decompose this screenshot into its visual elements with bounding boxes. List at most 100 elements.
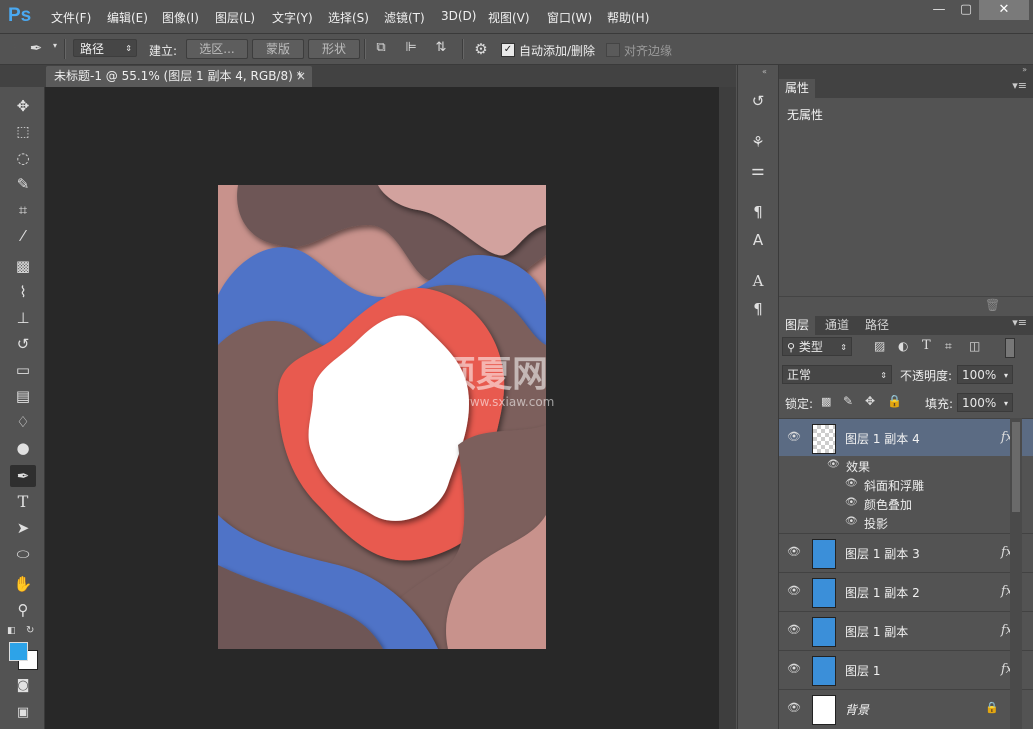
fill-input[interactable]: 100% ▾ xyxy=(957,393,1013,412)
menu-help[interactable]: 帮助(H) xyxy=(607,9,649,26)
visibility-eye-icon[interactable]: 👁 xyxy=(845,497,858,509)
menu-view[interactable]: 视图(V) xyxy=(488,9,530,26)
menu-window[interactable]: 窗口(W) xyxy=(547,9,592,26)
menu-layer[interactable]: 图层(L) xyxy=(215,9,255,26)
lasso-tool-icon[interactable]: ◌ xyxy=(10,147,36,169)
lock-all-icon[interactable]: 🔒 xyxy=(887,394,902,408)
visibility-eye-icon[interactable]: 👁 xyxy=(845,478,858,490)
type-filter-icon[interactable]: T xyxy=(922,338,931,353)
tab-layers[interactable]: 图层 xyxy=(779,316,816,335)
smart-object-filter-icon[interactable]: ◫ xyxy=(969,339,980,353)
foreground-color-swatch[interactable] xyxy=(9,642,28,661)
make-mask-button[interactable]: 蒙版 xyxy=(252,39,304,59)
paragraph-styles-icon[interactable]: ¶ xyxy=(747,201,769,223)
character-styles-icon[interactable]: A xyxy=(747,229,769,251)
document-canvas[interactable] xyxy=(218,185,546,649)
layer-row[interactable]: 👁 图层 1 副本 4 fx xyxy=(779,418,1033,456)
brush-presets-icon[interactable]: ⚘ xyxy=(747,131,769,153)
minimize-button[interactable]: — xyxy=(925,0,953,20)
effect-bevel-emboss[interactable]: 斜面和浮雕 xyxy=(864,477,924,494)
visibility-eye-icon[interactable]: 👁 xyxy=(787,584,801,598)
quick-mask-icon[interactable]: ◙ xyxy=(10,675,36,697)
tab-channels[interactable]: 通道 xyxy=(819,316,855,335)
menu-select[interactable]: 选择(S) xyxy=(328,9,369,26)
layer-row[interactable]: 👁 图层 1 副本 2 fx xyxy=(779,572,1033,610)
layer-row[interactable]: 👁 背景 🔒 xyxy=(779,689,1033,727)
quick-selection-tool-icon[interactable]: ✎ xyxy=(10,173,36,195)
scrollbar-thumb[interactable] xyxy=(1012,422,1020,512)
make-selection-button[interactable]: 选区... xyxy=(186,39,248,59)
chevron-down-icon[interactable]: ▾ xyxy=(50,41,60,50)
ellipse-tool-icon[interactable]: ⬭ xyxy=(10,543,36,565)
pen-tool-icon[interactable]: ✒ xyxy=(10,465,36,487)
make-shape-button[interactable]: 形状 xyxy=(308,39,360,59)
collapse-icon[interactable]: » xyxy=(1022,65,1027,74)
shape-filter-icon[interactable]: ⌗ xyxy=(945,339,952,354)
blend-mode-select[interactable]: 正常 ⇕ xyxy=(782,365,892,384)
close-button[interactable]: ✕ xyxy=(979,0,1029,20)
lock-pixels-icon[interactable]: ✎ xyxy=(843,394,853,408)
opacity-input[interactable]: 100% ▾ xyxy=(957,365,1013,384)
screen-mode-icon[interactable]: ▣ xyxy=(10,702,36,724)
visibility-eye-icon[interactable]: 👁 xyxy=(787,662,801,676)
visibility-eye-icon[interactable]: 👁 xyxy=(787,430,801,444)
history-panel-icon[interactable]: ↺ xyxy=(747,90,769,112)
path-arrangement-icon[interactable]: ⇅ xyxy=(431,40,451,58)
eraser-tool-icon[interactable]: ▭ xyxy=(10,359,36,381)
healing-brush-tool-icon[interactable]: ▩ xyxy=(10,255,36,277)
align-edges-checkbox[interactable] xyxy=(606,43,620,57)
hand-tool-icon[interactable]: ✋ xyxy=(10,573,36,595)
panel-menu-icon[interactable]: ▾≡ xyxy=(1012,316,1027,329)
lock-position-icon[interactable]: ✥ xyxy=(865,394,875,408)
marquee-tool-icon[interactable]: ⬚ xyxy=(10,121,36,143)
filter-toggle-switch[interactable] xyxy=(1005,338,1015,358)
pen-tool-preset-icon[interactable]: ✒ xyxy=(24,39,48,59)
path-operations-icon[interactable]: ⧉ xyxy=(371,40,391,58)
type-tool-icon[interactable]: T xyxy=(10,491,36,513)
layer-row[interactable]: 👁 图层 1 副本 fx xyxy=(779,611,1033,649)
history-brush-tool-icon[interactable]: ↺ xyxy=(10,333,36,355)
maximize-button[interactable]: ▢ xyxy=(952,0,980,20)
menu-file[interactable]: 文件(F) xyxy=(51,9,91,26)
tab-paths[interactable]: 路径 xyxy=(859,316,895,335)
visibility-eye-icon[interactable]: 👁 xyxy=(787,545,801,559)
default-colors-icon[interactable]: ◧ xyxy=(7,626,16,636)
visibility-eye-icon[interactable]: 👁 xyxy=(787,623,801,637)
menu-edit[interactable]: 编辑(E) xyxy=(107,9,148,26)
pixel-filter-icon[interactable]: ▨ xyxy=(874,339,885,353)
brush-tool-icon[interactable]: ⌇ xyxy=(10,281,36,303)
effect-color-overlay[interactable]: 颜色叠加 xyxy=(864,496,912,513)
tab-properties[interactable]: 属性 xyxy=(779,79,816,98)
menu-3d[interactable]: 3D(D) xyxy=(441,9,476,23)
blur-tool-icon[interactable]: ♢ xyxy=(10,411,36,433)
move-tool-icon[interactable]: ✥ xyxy=(10,95,36,117)
gradient-tool-icon[interactable]: ▤ xyxy=(10,385,36,407)
auto-add-delete-checkbox[interactable]: ✓ xyxy=(501,43,515,57)
collapse-icon[interactable]: « xyxy=(762,67,767,76)
lock-transparency-icon[interactable]: ▩ xyxy=(821,395,831,408)
swap-colors-icon[interactable]: ↻ xyxy=(26,625,34,636)
clone-stamp-tool-icon[interactable]: ⊥ xyxy=(10,307,36,329)
paragraph-panel-icon[interactable]: ¶ xyxy=(747,298,769,320)
trash-icon[interactable]: 🗑 xyxy=(985,298,1000,312)
crop-tool-icon[interactable]: ⌗ xyxy=(10,199,36,221)
eyedropper-tool-icon[interactable]: ⁄ xyxy=(10,225,36,247)
path-alignment-icon[interactable]: ⊫ xyxy=(401,40,421,58)
visibility-eye-icon[interactable]: 👁 xyxy=(787,701,801,715)
close-tab-icon[interactable]: × xyxy=(296,66,306,87)
dodge-tool-icon[interactable]: ● xyxy=(10,437,36,459)
visibility-eye-icon[interactable]: 👁 xyxy=(827,459,840,471)
layer-filter-select[interactable]: ⚲ 类型 ⇕ xyxy=(782,337,852,356)
document-tab[interactable]: 未标题-1 @ 55.1% (图层 1 副本 4, RGB/8) * × xyxy=(46,66,312,87)
adjustment-filter-icon[interactable]: ◐ xyxy=(898,339,908,353)
visibility-eye-icon[interactable]: 👁 xyxy=(845,516,858,528)
effect-drop-shadow[interactable]: 投影 xyxy=(864,515,888,532)
pen-mode-select[interactable]: 路径 ⇕ xyxy=(73,39,137,57)
character-panel-icon[interactable]: A xyxy=(747,270,769,292)
menu-filter[interactable]: 滤镜(T) xyxy=(384,9,425,26)
layer-list-scrollbar[interactable] xyxy=(1010,418,1022,729)
path-selection-tool-icon[interactable]: ➤ xyxy=(10,517,36,539)
menu-image[interactable]: 图像(I) xyxy=(162,9,199,26)
gear-icon[interactable]: ⚙ xyxy=(470,40,492,58)
vertical-scrollbar[interactable] xyxy=(719,87,736,729)
